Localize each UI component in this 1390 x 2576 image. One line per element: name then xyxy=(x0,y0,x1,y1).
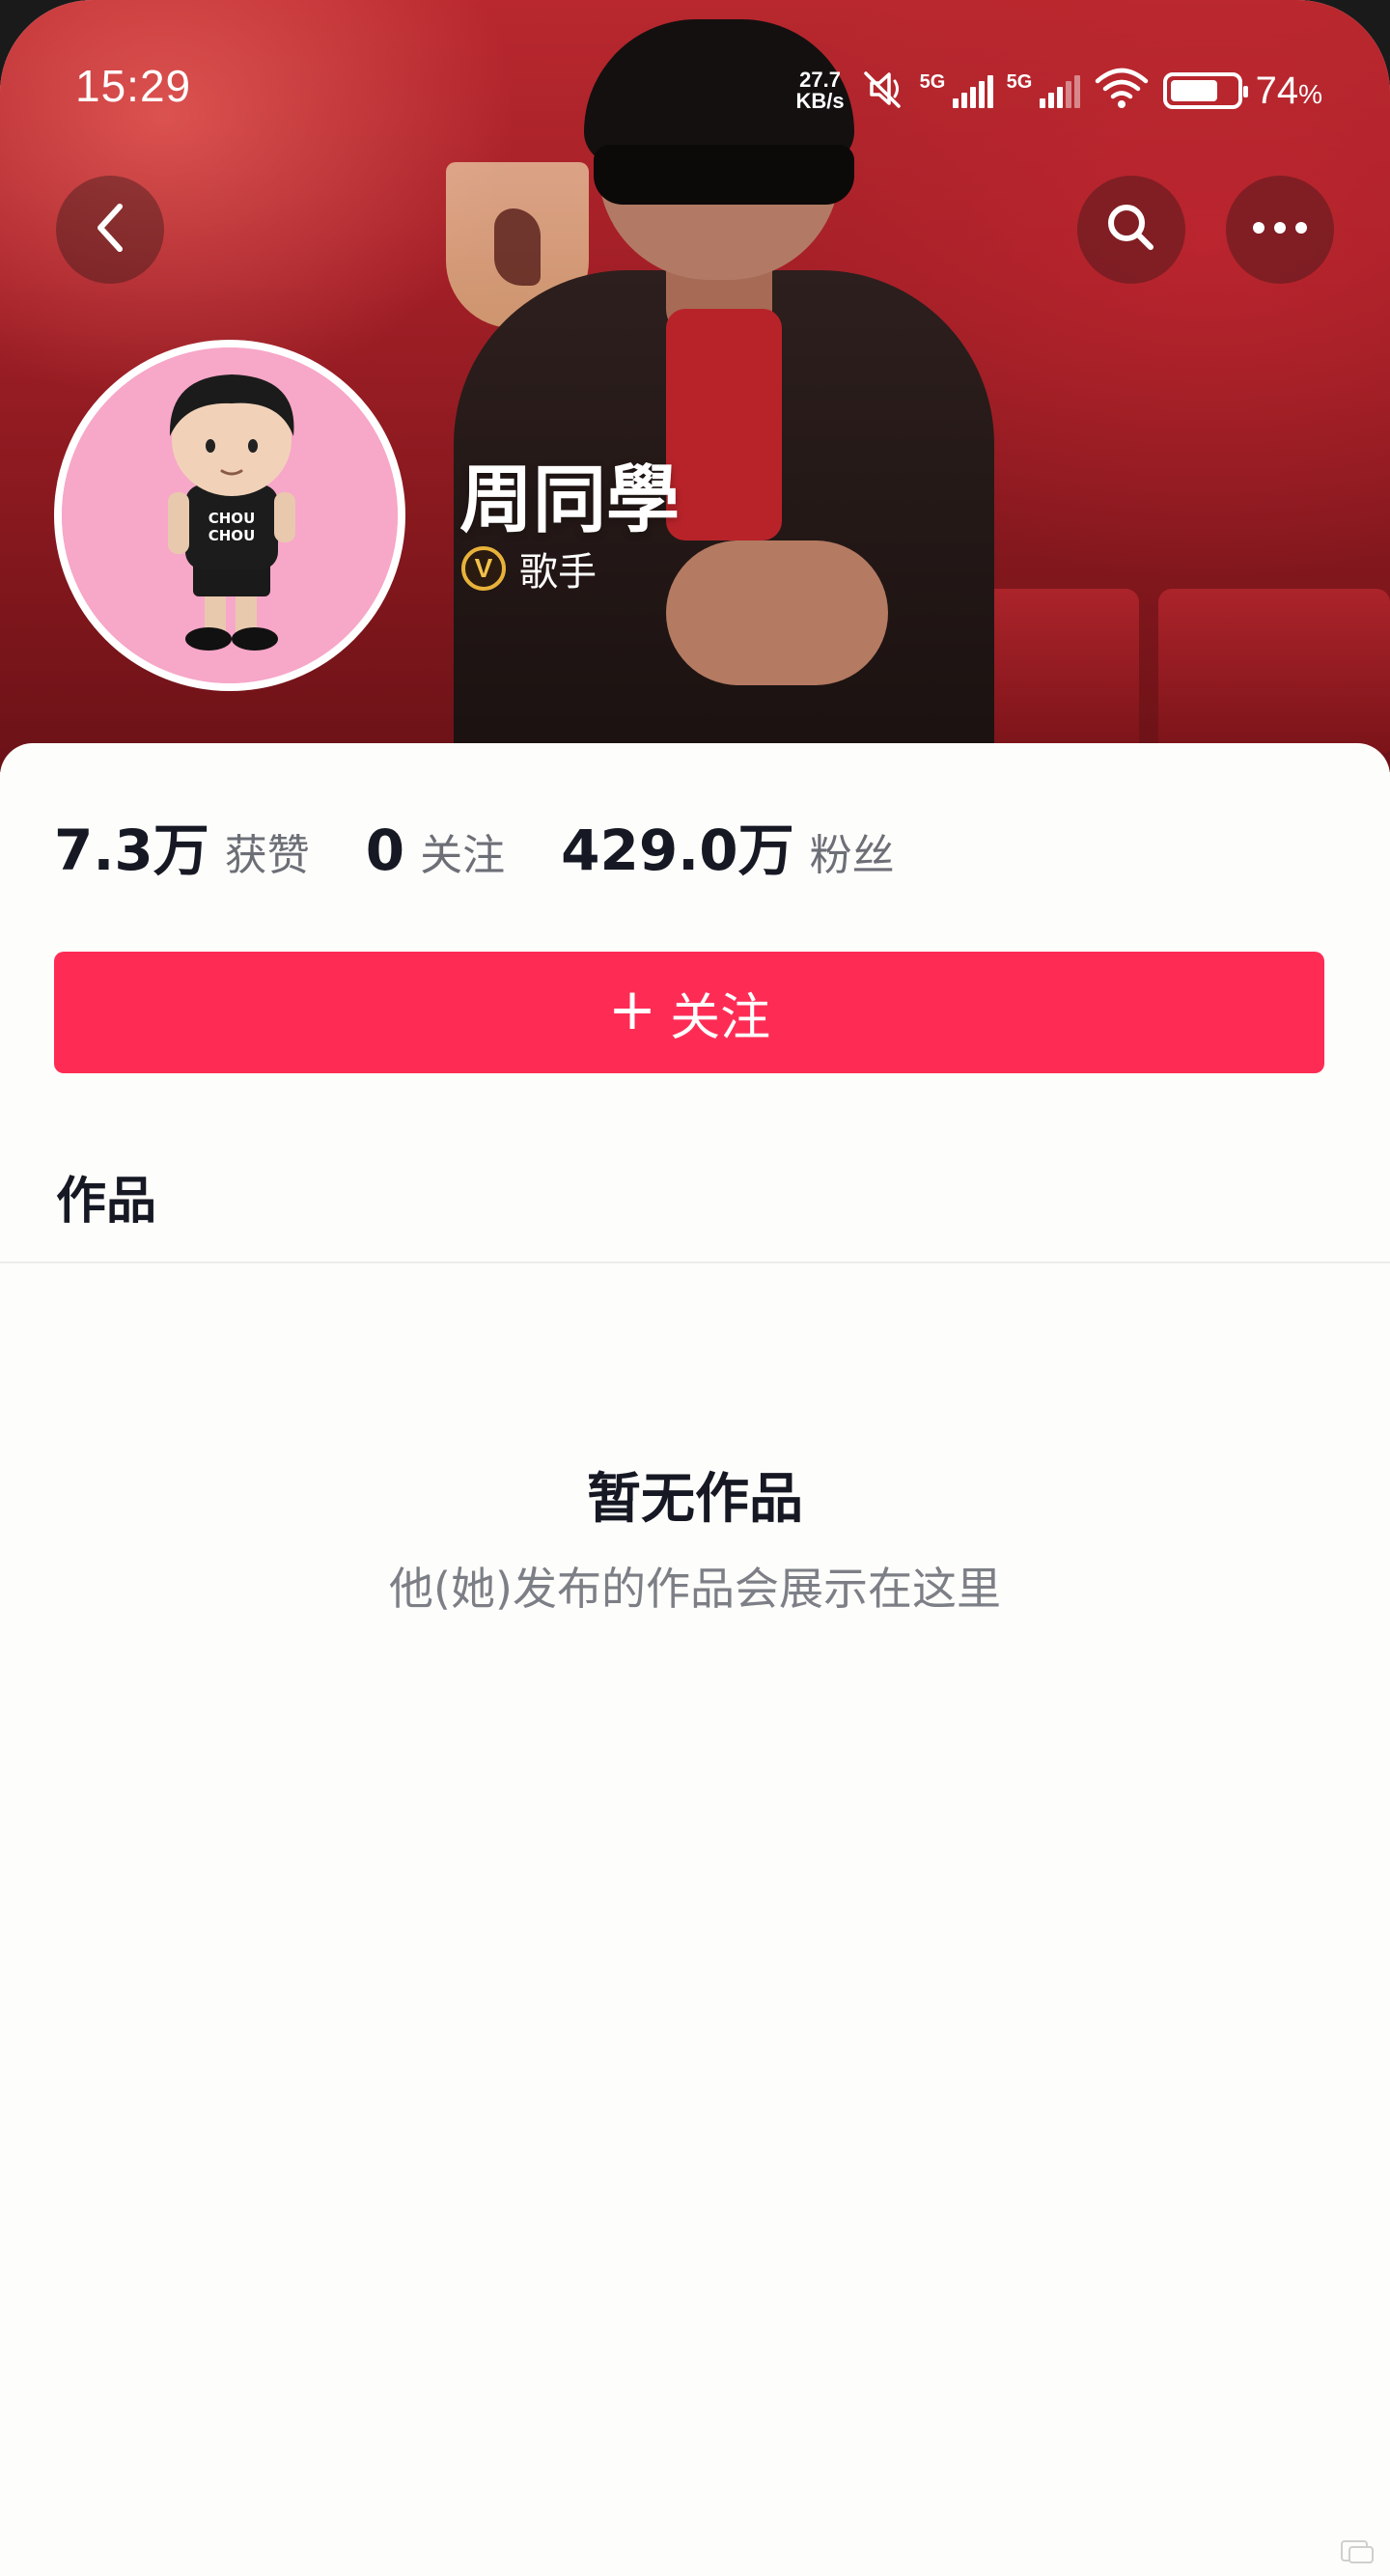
stat-followers-label: 粉丝 xyxy=(809,831,895,880)
empty-state-subtitle: 他(她)发布的作品会展示在这里 xyxy=(389,1563,1001,1615)
profile-screen: 15:29 27.7 KB/s 5G 5G 74% CHOU CHOU 周同學 … xyxy=(0,0,1390,2576)
banner-photo-person xyxy=(434,19,1014,772)
tab-works[interactable]: 作品 xyxy=(56,1160,156,1233)
net-speed-value: 27.7 xyxy=(799,68,841,92)
follow-button-label: 关注 xyxy=(670,988,771,1047)
svg-text:CHOU: CHOU xyxy=(208,527,256,544)
avatar-figure-image: CHOU CHOU xyxy=(62,347,398,683)
stat-likes[interactable]: 7.3万 获赞 xyxy=(54,805,310,886)
sim2-tag: 5G xyxy=(1006,71,1033,93)
stat-likes-value: 7.3万 xyxy=(54,817,209,883)
battery-percent-value: 74 xyxy=(1255,69,1299,112)
search-icon xyxy=(1102,199,1160,261)
follow-button[interactable]: + 关注 xyxy=(54,952,1324,1073)
stat-following-value: 0 xyxy=(365,817,405,883)
signal-icon: 5G xyxy=(919,71,993,108)
stat-following[interactable]: 0 关注 xyxy=(366,817,505,883)
verified-v-icon: V xyxy=(461,546,506,591)
wifi-icon xyxy=(1094,68,1150,114)
profile-content-card: 7.3万 获赞 0 关注 429.0万 粉丝 + 关注 作品 暂无作品 他(她)… xyxy=(0,743,1390,2576)
battery-fill xyxy=(1170,80,1218,101)
avatar[interactable]: CHOU CHOU xyxy=(54,340,405,691)
profile-nickname: 周同學 xyxy=(459,457,680,542)
net-speed: 27.7 KB/s xyxy=(795,69,844,112)
stat-followers[interactable]: 429.0万 粉丝 xyxy=(561,805,894,886)
back-button[interactable] xyxy=(56,176,164,284)
battery-percent-unit: % xyxy=(1298,78,1322,109)
stat-followers-value: 429.0万 xyxy=(561,817,794,883)
profile-stats: 7.3万 获赞 0 关注 429.0万 粉丝 xyxy=(54,805,951,886)
search-button[interactable] xyxy=(1077,176,1185,284)
stat-likes-label: 获赞 xyxy=(224,831,310,880)
more-button[interactable] xyxy=(1226,176,1334,284)
sim1-tag: 5G xyxy=(919,71,946,93)
mute-icon xyxy=(858,68,906,114)
stat-following-label: 关注 xyxy=(420,831,506,880)
screen-corner-icon xyxy=(1338,2537,1376,2566)
status-indicators: 27.7 KB/s 5G 5G 74% xyxy=(795,64,1322,118)
status-time: 15:29 xyxy=(75,61,192,111)
chevron-left-icon xyxy=(89,199,131,261)
tab-divider xyxy=(0,1261,1390,1263)
verification-row: V 歌手 xyxy=(461,540,597,596)
verification-label: 歌手 xyxy=(519,550,597,595)
more-horizontal-icon xyxy=(1249,218,1311,241)
seat-decoration xyxy=(1158,589,1390,753)
avatar-shirt-text: CHOU xyxy=(208,510,256,527)
plus-icon: + xyxy=(607,976,657,1043)
signal-icon: 5G xyxy=(1006,71,1080,108)
net-speed-unit: KB/s xyxy=(795,89,845,113)
battery-icon xyxy=(1162,72,1248,109)
empty-state-title: 暂无作品 xyxy=(587,1468,803,1531)
battery-percent: 74% xyxy=(1256,69,1322,113)
